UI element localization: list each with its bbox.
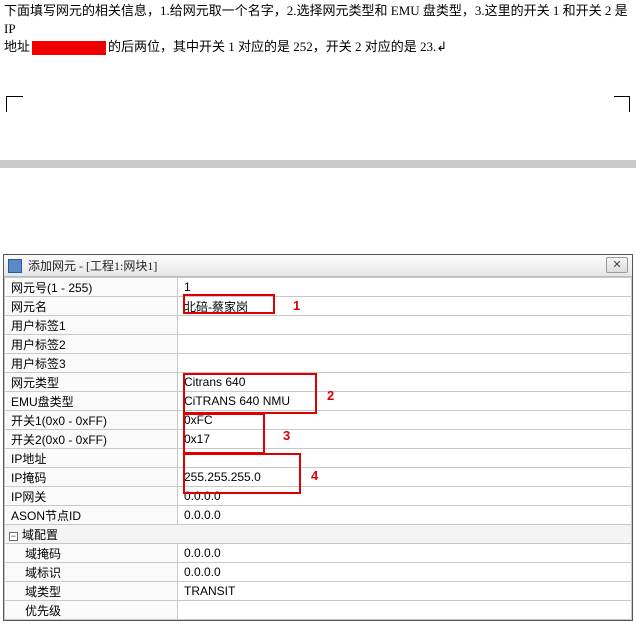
label-domain-mask: 域掩码 bbox=[5, 544, 178, 563]
add-ne-dialog: 添加网元 - [工程1:网块1] ✕ 网元号(1 - 255)1 网元名北碚-蔡… bbox=[3, 254, 633, 621]
label-switch1: 开关1(0x0 - 0xFF) bbox=[5, 411, 178, 430]
label-ne-type: 网元类型 bbox=[5, 373, 178, 392]
label-ne-number: 网元号(1 - 255) bbox=[5, 278, 178, 297]
label-ason-node: ASON节点ID bbox=[5, 506, 178, 525]
label-emu-type: EMU盘类型 bbox=[5, 392, 178, 411]
label-user-tag2: 用户标签2 bbox=[5, 335, 178, 354]
value-domain-mask[interactable]: 0.0.0.0 bbox=[178, 544, 632, 563]
label-ip-mask: IP掩码 bbox=[5, 468, 178, 487]
value-emu-type[interactable]: CiTRANS 640 NMU bbox=[178, 392, 632, 411]
instruction-text: 下面填写网元的相关信息，1.给网元取一个名字，2.选择网元类型和 EMU 盘类型… bbox=[0, 0, 636, 58]
label-ne-name: 网元名 bbox=[5, 297, 178, 316]
value-domain-type[interactable]: TRANSIT bbox=[178, 582, 632, 601]
label-switch2: 开关2(0x0 - 0xFF) bbox=[5, 430, 178, 449]
label-ip-gateway: IP网关 bbox=[5, 487, 178, 506]
value-ip-addr[interactable] bbox=[178, 449, 632, 468]
label-user-tag3: 用户标签3 bbox=[5, 354, 178, 373]
value-ip-mask[interactable]: 255.255.255.0 bbox=[178, 468, 632, 487]
label-ip-addr: IP地址 bbox=[5, 449, 178, 468]
value-user-tag1[interactable] bbox=[178, 316, 632, 335]
app-icon bbox=[8, 259, 22, 273]
value-ip-gateway[interactable]: 0.0.0.0 bbox=[178, 487, 632, 506]
value-priority[interactable] bbox=[178, 601, 632, 620]
value-switch2[interactable]: 0x17 bbox=[178, 430, 632, 449]
value-domain-id[interactable]: 0.0.0.0 bbox=[178, 563, 632, 582]
value-user-tag2[interactable] bbox=[178, 335, 632, 354]
value-ne-name[interactable]: 北碚-蔡家岗 bbox=[178, 297, 632, 316]
label-domain-id: 域标识 bbox=[5, 563, 178, 582]
value-ason-node[interactable]: 0.0.0.0 bbox=[178, 506, 632, 525]
label-user-tag1: 用户标签1 bbox=[5, 316, 178, 335]
close-button[interactable]: ✕ bbox=[606, 257, 628, 273]
value-ne-number[interactable]: 1 bbox=[178, 278, 632, 297]
section-domain-config[interactable]: −域配置 bbox=[5, 525, 632, 544]
value-ne-type[interactable]: Citrans 640 bbox=[178, 373, 632, 392]
dialog-title: 添加网元 - [工程1:网块1] bbox=[28, 257, 157, 274]
label-domain-type: 域类型 bbox=[5, 582, 178, 601]
page-divider bbox=[0, 160, 636, 168]
collapse-icon[interactable]: − bbox=[9, 532, 18, 541]
property-grid: 网元号(1 - 255)1 网元名北碚-蔡家岗 用户标签1 用户标签2 用户标签… bbox=[4, 277, 632, 620]
value-switch1[interactable]: 0xFC bbox=[178, 411, 632, 430]
crop-mark bbox=[6, 96, 22, 112]
label-priority: 优先级 bbox=[5, 601, 178, 620]
titlebar[interactable]: 添加网元 - [工程1:网块1] ✕ bbox=[4, 255, 632, 277]
redacted-ip bbox=[32, 41, 106, 55]
value-user-tag3[interactable] bbox=[178, 354, 632, 373]
crop-mark bbox=[614, 96, 630, 112]
